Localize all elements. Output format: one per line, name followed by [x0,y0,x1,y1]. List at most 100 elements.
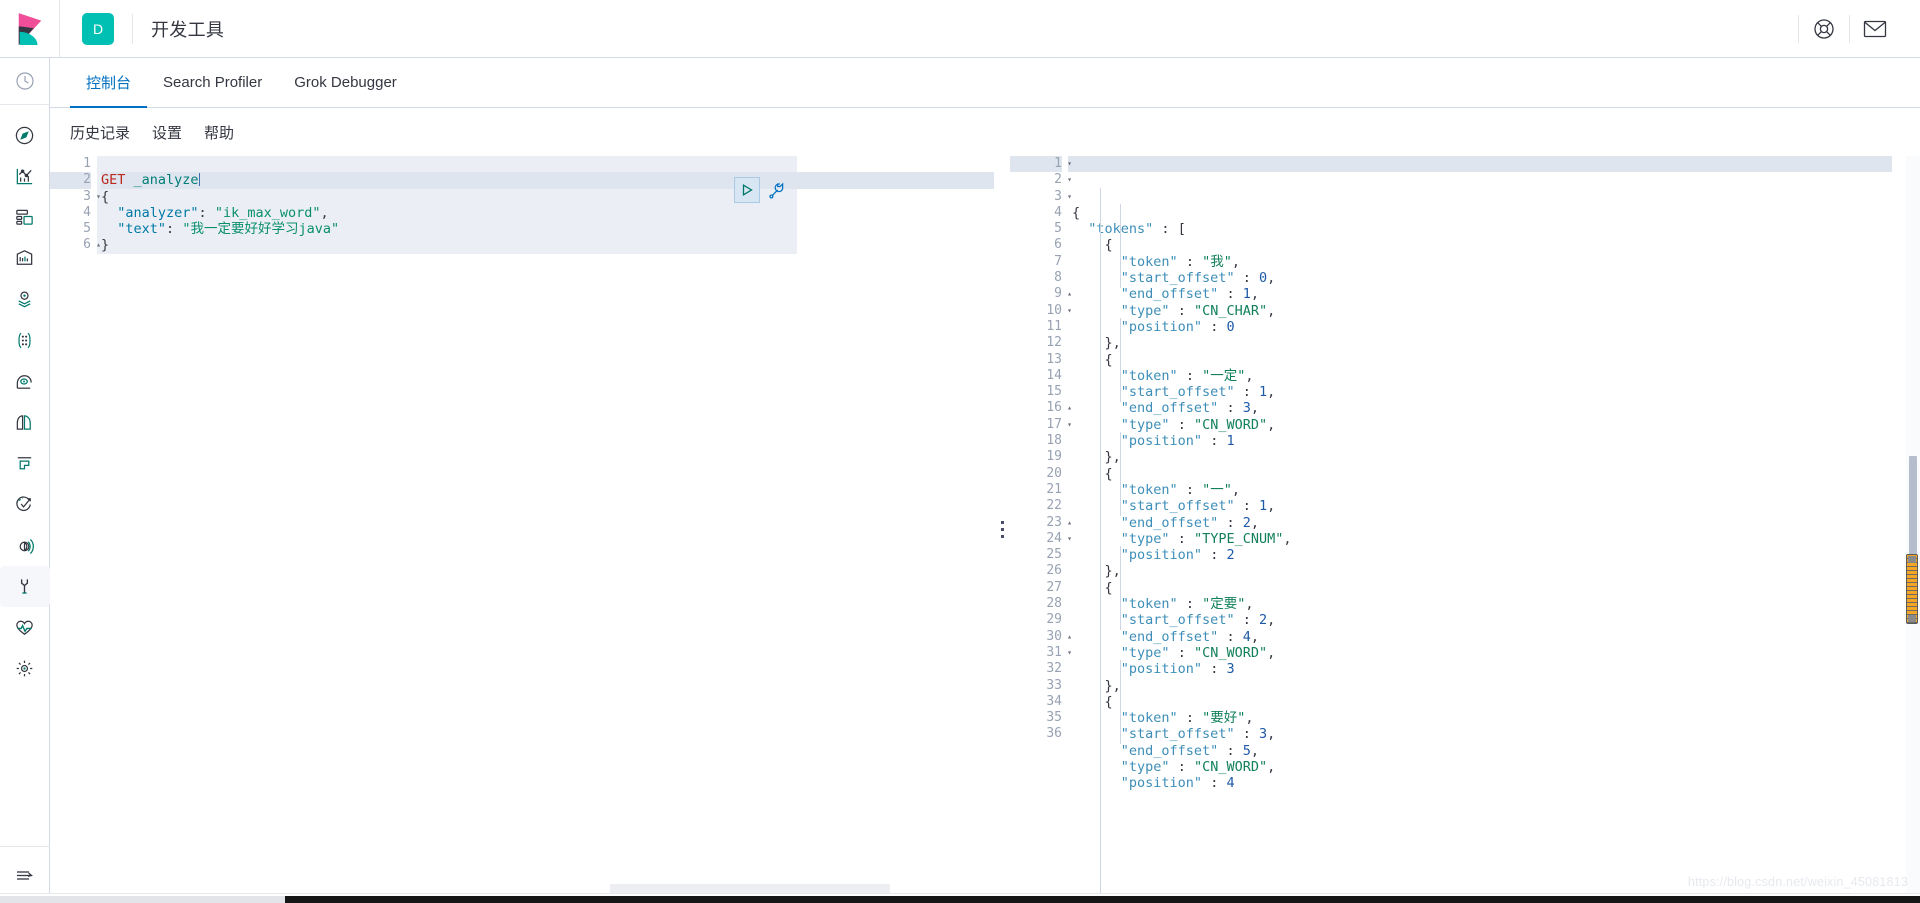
bottom-strip-light [0,896,285,903]
response-line-number: 30 ▴ [1046,628,1072,644]
response-line-number: 24 ▾ [1046,530,1072,546]
space-badge-wrap[interactable]: D [60,0,114,58]
tab-console[interactable]: 控制台 [70,59,148,108]
response-vertical-scrollbar[interactable] [1906,156,1920,903]
response-code-line: { [1104,351,1113,368]
sidebar-item-graph[interactable] [0,320,50,361]
run-request-button[interactable] [734,177,760,203]
kibana-logo-cell[interactable] [0,0,60,58]
header-actions [1798,0,1920,58]
code-token: GET [101,172,126,189]
text-caret [198,173,200,187]
response-code-line: "token" : "要好", [1120,710,1254,727]
response-line-number: 31 ▾ [1046,644,1072,660]
sidebar-item-maps[interactable] [0,279,50,320]
dev-tools-tabs: 控制台 Search Profiler Grok Debugger [50,58,1920,108]
response-code-line: "start_offset" : 1, [1120,384,1276,401]
sidebar-item-recently-viewed[interactable] [0,58,50,104]
response-editor[interactable]: 1 ▾ 2 ▾ 3 ▾ 4 5 6 7 8 9 ▴ 10 ▾ 11 12 13 14 15 16 ▴ 17 ▾ 18 19 20 21… [1010,156,1920,903]
kibana-logo [18,12,41,45]
response-code-line: "tokens" : [ [1088,221,1186,238]
canvas-easel-icon [16,250,33,265]
response-line-numbers: 1 ▾ 2 ▾ 3 ▾ 4 5 6 7 8 9 ▴ 10 ▾ 11 12 13 14 15 16 ▴ 17 ▾ 18 19 20 21… [1010,156,1072,903]
sidebar-item-monitoring[interactable] [0,607,50,648]
header-divider [132,13,133,44]
response-code-line: }, [1104,677,1121,694]
sidebar-item-management[interactable] [0,648,50,689]
collapse-arrow-icon [16,871,33,880]
discover-compass-icon [15,126,34,145]
scrollbar-thumb[interactable] [1906,554,1918,624]
page-title: 开发工具 [151,19,225,40]
response-line-number: 11 [1046,318,1062,334]
settings-link[interactable]: 设置 [152,122,182,143]
response-code: { "tokens" : [ { "token" : "我", "start_o… [1068,156,1920,903]
code-token: "text" [117,221,167,238]
request-line-number: 1 [83,156,91,171]
help-lifebuoy-icon[interactable] [1799,0,1849,58]
nav-separator [0,104,50,105]
sidebar-item-discover[interactable] [0,115,50,156]
response-line-number: 3 ▾ [1054,188,1072,204]
bottom-scroll-strip[interactable] [0,893,1920,903]
response-line-number: 10 ▾ [1046,302,1072,318]
response-code-line: "position" : 0 [1120,318,1235,335]
sidebar-item-dashboard[interactable] [0,197,50,238]
sidebar-item-apm[interactable] [0,484,50,525]
response-line-number: 22 [1046,498,1062,514]
bottom-strip-dark [285,896,1920,903]
response-line-number: 8 [1054,270,1062,286]
mail-envelope-icon[interactable] [1850,0,1900,58]
response-code-line: { [1104,237,1113,254]
tab-search-profiler[interactable]: Search Profiler [147,59,278,108]
code-token: "ik_max_word" [214,204,321,221]
main-content: 控制台 Search Profiler Grok Debugger 历史记录 设… [50,58,1920,903]
response-line-number: 28 [1046,596,1062,612]
sidebar-item-logs[interactable] [0,443,50,484]
help-link[interactable]: 帮助 [204,122,234,143]
left-nav [0,58,50,903]
sidebar-item-uptime[interactable] [0,525,50,566]
response-line-number: 7 [1054,253,1062,269]
response-line-number: 33 [1046,677,1062,693]
response-code-line: { [1104,579,1113,596]
sidebar-item-visualize[interactable] [0,156,50,197]
console-split-resizer[interactable] [994,156,1010,903]
dashboard-grid-icon [16,209,33,225]
code-token: { [101,188,110,205]
response-line-number: 21 [1046,481,1062,497]
sidebar-item-infrastructure[interactable] [0,402,50,443]
request-code-line: GET _analyze [101,172,994,189]
request-code-line: } [101,237,994,253]
request-options-wrench-icon [768,182,783,199]
sidebar-item-canvas[interactable] [0,238,50,279]
tab-grok-debugger-label: Grok Debugger [294,74,397,91]
space-avatar[interactable]: D [82,12,114,45]
response-code-line: "position" : 3 [1120,661,1235,678]
response-code-line: "start_offset" : 0, [1120,270,1276,287]
request-options-button[interactable] [766,179,788,201]
visualize-chart-icon [16,168,33,185]
sidebar-item-machine-learning[interactable] [0,361,50,402]
history-link[interactable]: 历史记录 [70,122,130,143]
response-code-line: "position" : 2 [1120,547,1235,564]
response-pane[interactable]: 1 ▾ 2 ▾ 3 ▾ 4 5 6 7 8 9 ▴ 10 ▾ 11 12 13 14 15 16 ▴ 17 ▾ 18 19 20 21… [1010,156,1920,903]
code-token: , [320,204,329,221]
response-code-line: "start_offset" : 1, [1120,498,1276,515]
code-token: _analyze [133,172,199,189]
response-line-number: 20 [1046,465,1062,481]
tab-grok-debugger[interactable]: Grok Debugger [278,59,413,108]
maps-layers-pin-icon [18,291,31,308]
logs-stack-icon [17,457,32,470]
request-code[interactable]: GET _analyze{ "analyzer": "ik_max_word",… [97,156,994,903]
request-horizontal-scrollbar[interactable] [610,884,890,893]
request-editor[interactable]: 1 2 3 ▾ 4 5 6 ▴ GET _analyze{ "analyzer": "ik_m… [50,156,994,903]
sidebar-item-dev-tools[interactable] [0,566,50,607]
infrastructure-icon [16,415,31,430]
response-line-number: 34 [1046,693,1062,709]
response-line-number: 9 ▴ [1054,286,1072,302]
uptime-signal-icon [19,538,34,554]
request-editor-pane[interactable]: 1 2 3 ▾ 4 5 6 ▴ GET _analyze{ "analyzer": "ik_m… [50,156,994,903]
